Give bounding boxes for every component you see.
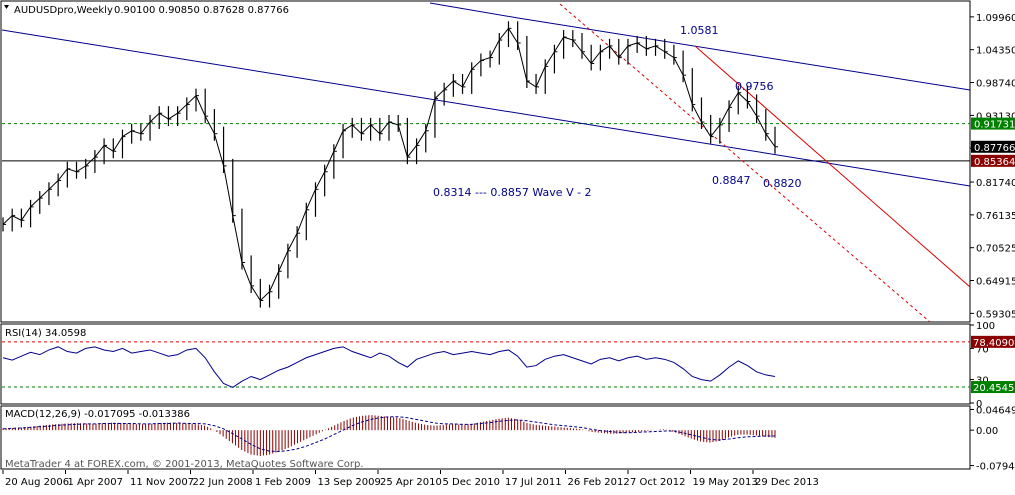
macd-tick-label: -0.079469 (976, 462, 1015, 473)
chart-window[interactable]: 1.099601.043500.987400.931300.875200.817… (0, 0, 1015, 491)
rsi-lower-label: 20.45455 (973, 383, 1015, 394)
x-tick-label: 1 Feb 2009 (255, 477, 311, 488)
x-tick-label: 25 Apr 2010 (380, 477, 442, 488)
y-tick-label: 0.70525 (976, 244, 1015, 255)
x-tick-label: 22 Jun 2008 (193, 477, 253, 488)
wave-annotation: 1.0581 (680, 24, 719, 37)
x-tick-label: 26 Feb 2012 (568, 477, 630, 488)
watermark: MetaTrader 4 at FOREX.com, © 2001-2013, … (5, 459, 364, 470)
macd-title: MACD(12,26,9) -0.017095 -0.013386 (5, 409, 190, 420)
x-tick-label: 5 Dec 2010 (443, 477, 501, 488)
y-tick-label: 0.76135 (976, 211, 1015, 222)
rsi-tick-label: 100 (976, 321, 995, 332)
price-label-text: 0.85364 (974, 157, 1015, 168)
x-tick-label: 19 May 2013 (693, 477, 758, 488)
x-tick-label: 1 Apr 2007 (68, 477, 123, 488)
chart-title: AUDUSDpro,Weekly (14, 5, 113, 16)
x-tick-label: 20 Aug 2006 (5, 477, 69, 488)
wave-annotation: 0.8847 (712, 174, 751, 187)
x-tick-label: 13 Sep 2009 (318, 477, 381, 488)
rsi-upper-label: 78.40909 (973, 338, 1015, 349)
ohlc-readout: 0.90100 0.90850 0.87628 0.87766 (114, 5, 289, 16)
x-tick-label: 17 Jul 2011 (505, 477, 562, 488)
macd-tick-label: 0.046497 (976, 405, 1015, 416)
y-tick-label: 0.98740 (976, 79, 1015, 90)
y-tick-label: 1.09960 (976, 13, 1015, 24)
y-tick-label: 0.59305 (976, 309, 1015, 320)
price-label-text: 0.87766 (974, 143, 1015, 154)
y-tick-label: 1.04350 (976, 46, 1015, 57)
chart-svg: 1.099601.043500.987400.931300.875200.817… (0, 0, 1015, 491)
price-labels: 0.91731 0.87766 0.85364 (971, 117, 1015, 168)
y-tick-label: 0.64915 (976, 277, 1015, 288)
rsi-title: RSI(14) 34.0598 (5, 328, 86, 339)
price-label-text: 0.91731 (974, 120, 1015, 131)
wave-annotation: 0.8314 --- 0.8857 Wave V - 2 (433, 186, 592, 199)
x-tick-label: 11 Nov 2007 (130, 477, 194, 488)
x-tick-label: 29 Dec 2013 (755, 477, 819, 488)
y-tick-label: 0.81740 (976, 178, 1015, 189)
x-tick-label: 7 Oct 2012 (630, 477, 685, 488)
wave-annotation: 0.8820 (763, 177, 802, 190)
wave-annotation: 0.9756 (735, 80, 774, 93)
macd-tick-label: 0.00 (976, 426, 998, 437)
